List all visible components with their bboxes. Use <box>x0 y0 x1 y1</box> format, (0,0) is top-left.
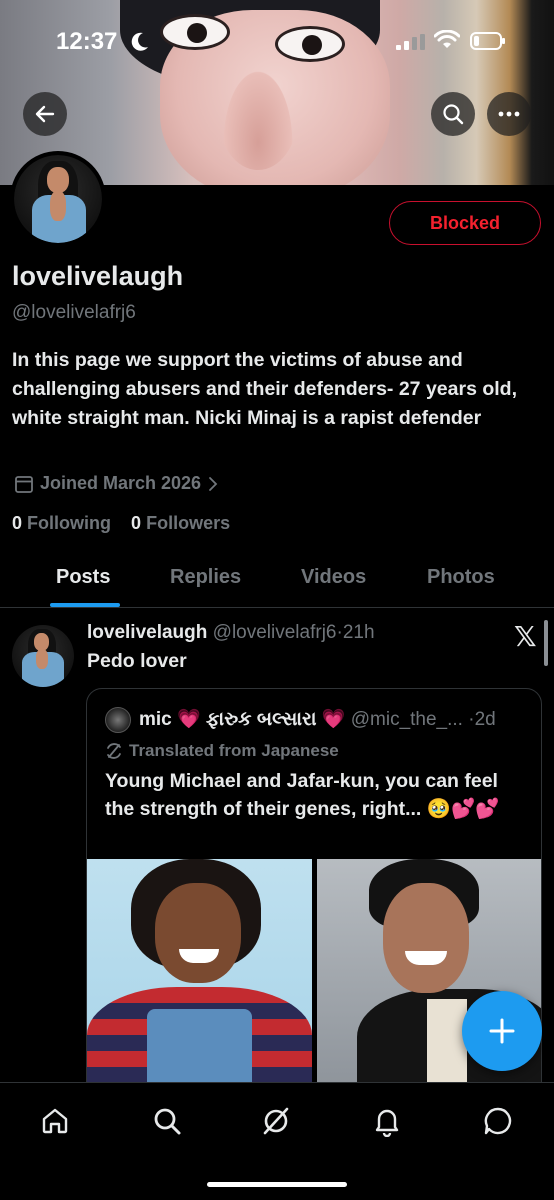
following-label: Following <box>27 513 112 533</box>
quote-author-handle: @mic_the_... <box>350 709 463 730</box>
quote-author-avatar <box>105 707 131 733</box>
moon-icon <box>131 32 148 51</box>
translated-label: Translated from Japanese <box>105 741 339 761</box>
blocked-button[interactable]: Blocked <box>389 201 541 245</box>
following-link[interactable]: 0 Following <box>12 513 116 533</box>
translate-icon <box>107 743 121 759</box>
followers-link[interactable]: 0 Followers <box>131 513 230 533</box>
post-time: 21h <box>342 622 375 643</box>
post-header: lovelivelaugh @lovelivelafrj6·21h <box>87 622 375 644</box>
profile-tabs: Posts Replies Videos Photos <box>0 556 554 608</box>
post-author-avatar[interactable] <box>12 625 74 687</box>
avatar-neck <box>50 191 66 221</box>
followers-count: 0 <box>131 513 142 533</box>
translated-text: Translated from Japanese <box>129 741 339 760</box>
followers-label: Followers <box>146 513 231 533</box>
calendar-icon <box>15 475 33 493</box>
search-button[interactable] <box>431 92 475 136</box>
search-icon <box>443 104 464 125</box>
quote-text: Young Michael and Jafar-kun, you can fee… <box>105 770 500 820</box>
tab-posts[interactable]: Posts <box>56 566 110 589</box>
profile-handle: @lovelivelafrj6 <box>12 302 136 323</box>
post-text: Pedo lover <box>87 650 187 672</box>
more-horizontal-icon <box>498 111 520 117</box>
wifi-icon <box>434 30 460 48</box>
status-time: 12:37 <box>56 28 118 55</box>
avatar-neck <box>36 649 48 669</box>
active-tab-indicator <box>50 603 120 607</box>
nav-grok[interactable] <box>258 1103 294 1139</box>
battery-icon <box>470 32 505 50</box>
avatar-image <box>14 155 102 243</box>
nav-home[interactable] <box>37 1103 73 1139</box>
heart-emoji-icon: 💗 <box>177 709 201 730</box>
search-icon <box>154 1108 181 1135</box>
tab-photos[interactable]: Photos <box>427 566 495 589</box>
follow-stats: 0 Following 0 Followers <box>12 513 230 534</box>
heart-emoji-icon: 💗 <box>321 709 346 730</box>
banner-nose <box>218 60 298 170</box>
nav-notifications[interactable] <box>369 1103 405 1139</box>
quote-time: 2d <box>474 709 496 730</box>
quote-author-name-extra: ફારુક બલ્સારા <box>205 709 317 730</box>
image-face <box>155 883 241 983</box>
profile-bio: In this page we support the victims of a… <box>12 349 517 429</box>
home-indicator[interactable] <box>207 1182 347 1187</box>
post-author-handle[interactable]: @lovelivelafrj6 <box>213 622 337 643</box>
scrollbar[interactable] <box>544 620 548 666</box>
status-bar: 12:37 <box>0 28 554 58</box>
profile-avatar[interactable] <box>10 151 106 247</box>
post-author-name[interactable]: lovelivelaugh <box>87 622 207 643</box>
nav-messages[interactable] <box>480 1103 516 1139</box>
avatar-face <box>34 633 49 651</box>
quote-header: mic 💗 ફારુક બલ્સારા 💗 @mic_the_... ·2d <box>139 707 496 731</box>
profile-display-name: lovelivelaugh <box>12 261 184 291</box>
message-icon <box>484 1107 512 1135</box>
grok-icon <box>263 1107 289 1135</box>
quote-author-name: mic <box>139 709 172 730</box>
joined-info[interactable]: Joined March 2026 <box>14 473 219 494</box>
bell-icon <box>375 1109 399 1137</box>
more-button[interactable] <box>487 92 531 136</box>
chevron-right-icon <box>209 476 218 491</box>
nav-search[interactable] <box>149 1103 185 1139</box>
following-count: 0 <box>12 513 23 533</box>
tab-videos[interactable]: Videos <box>301 566 366 589</box>
plus-icon <box>489 1018 515 1044</box>
image-face <box>383 883 469 993</box>
avatar-face <box>47 167 69 193</box>
arrow-left-icon <box>35 105 55 123</box>
back-button[interactable] <box>23 92 67 136</box>
home-icon <box>42 1108 68 1134</box>
signal-icon <box>396 34 425 50</box>
tab-replies[interactable]: Replies <box>170 566 241 589</box>
joined-date: Joined March 2026 <box>40 473 202 493</box>
x-logo-icon: 𝕏 <box>514 621 537 652</box>
quote-image-young-michael[interactable] <box>87 859 312 1097</box>
compose-button[interactable] <box>462 991 542 1071</box>
